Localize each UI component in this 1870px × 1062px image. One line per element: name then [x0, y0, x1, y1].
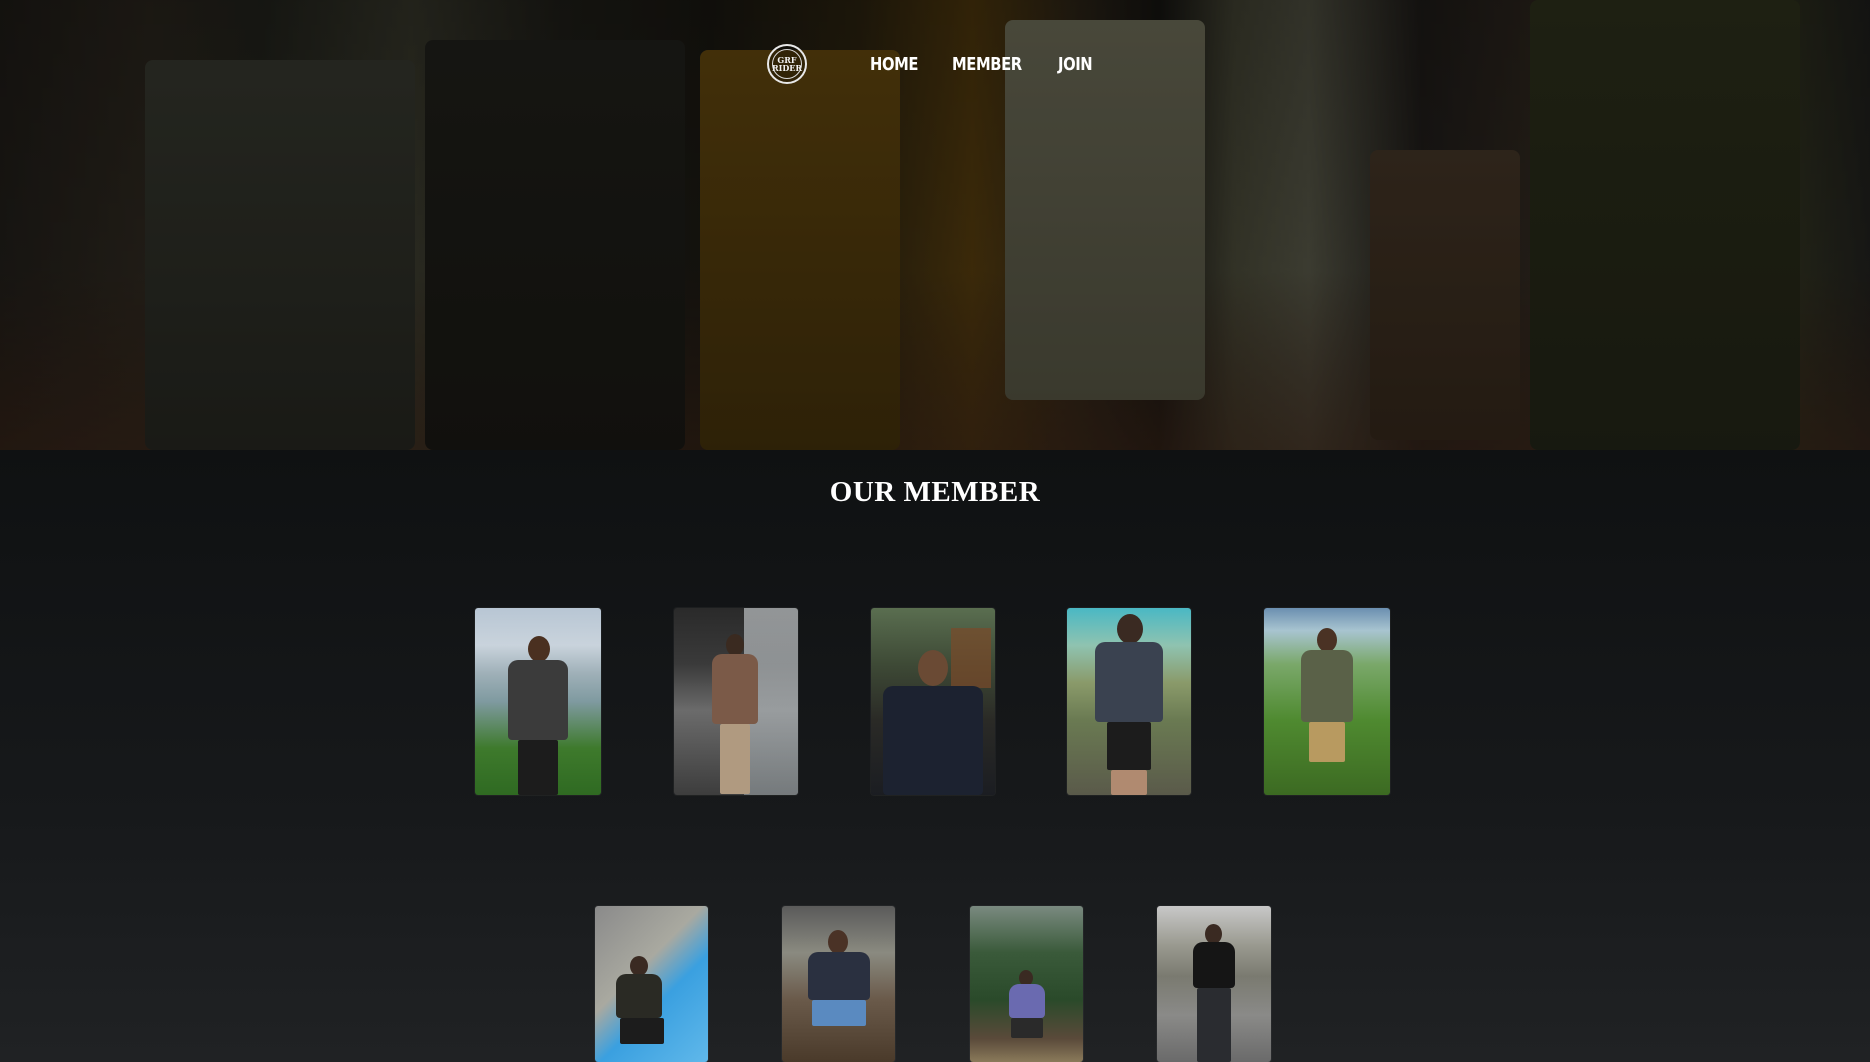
brand-logo[interactable]: GRF RIDER: [767, 44, 807, 84]
top-navigation: GRF RIDER HOME MEMBER JOIN: [0, 44, 1870, 84]
member-photo-6[interactable]: [595, 906, 708, 1062]
member-photo-7[interactable]: [782, 906, 895, 1062]
member-photo-8[interactable]: [970, 906, 1083, 1062]
member-photo-4[interactable]: [1067, 608, 1191, 795]
logo-emblem-icon: GRF RIDER: [772, 49, 802, 79]
nav-link-home[interactable]: HOME: [870, 54, 918, 76]
member-photo-2[interactable]: [674, 608, 798, 795]
member-photo-9[interactable]: [1157, 906, 1271, 1062]
logo-text: GRF RIDER: [771, 55, 803, 73]
hero-banner: GRF RIDER HOME MEMBER JOIN: [0, 0, 1870, 450]
member-photo-5[interactable]: [1264, 608, 1390, 795]
section-title: OUR MEMBER: [829, 476, 1041, 508]
members-section: OUR MEMBER: [0, 450, 1870, 1062]
member-photo-3[interactable]: [871, 608, 995, 795]
nav-link-join[interactable]: JOIN: [1058, 54, 1093, 76]
member-photo-1[interactable]: [475, 608, 601, 795]
nav-link-member[interactable]: MEMBER: [952, 54, 1022, 76]
